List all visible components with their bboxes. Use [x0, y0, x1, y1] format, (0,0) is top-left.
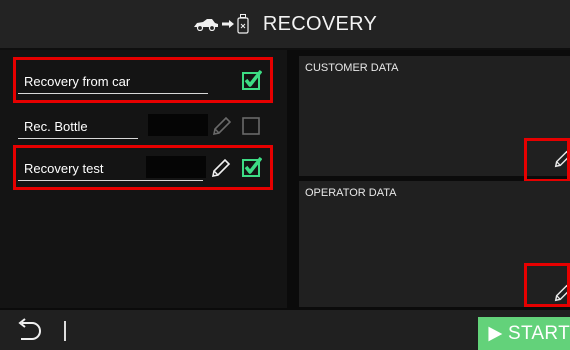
arrow-icon — [221, 20, 234, 28]
page-title: RECOVERY — [262, 12, 378, 35]
option-label: Rec. Bottle — [24, 119, 88, 134]
pencil-icon[interactable] — [211, 115, 233, 137]
start-button[interactable]: START — [478, 317, 570, 350]
recovery-options-panel: Recovery from car Rec. Bottle Recovery t… — [0, 50, 287, 308]
play-icon — [488, 326, 503, 341]
back-icon[interactable] — [16, 318, 44, 344]
bottle-code-field[interactable] — [148, 114, 208, 136]
customer-data-panel[interactable]: CUSTOMER DATA — [299, 56, 570, 182]
header-bar: RECOVERY — [0, 0, 570, 50]
footer-divider — [64, 321, 66, 341]
start-label: START — [507, 322, 570, 344]
label-underline — [18, 138, 138, 139]
highlight-box — [13, 57, 273, 103]
checkbox-unchecked-icon[interactable] — [242, 115, 262, 135]
highlight-box — [13, 145, 273, 190]
footer-bar: START — [0, 310, 570, 350]
highlight-box — [524, 138, 570, 182]
bottle-icon — [237, 14, 249, 34]
car-icon — [193, 19, 218, 31]
option-row-rec-bottle[interactable]: Rec. Bottle — [18, 111, 268, 141]
header-icons — [193, 14, 249, 34]
data-panels-column: CUSTOMER DATA OPERATOR DATA — [289, 50, 570, 308]
highlight-box — [524, 263, 570, 307]
panel-title: OPERATOR DATA — [305, 187, 397, 199]
panel-title: CUSTOMER DATA — [305, 62, 399, 74]
operator-data-panel[interactable]: OPERATOR DATA — [299, 181, 570, 307]
